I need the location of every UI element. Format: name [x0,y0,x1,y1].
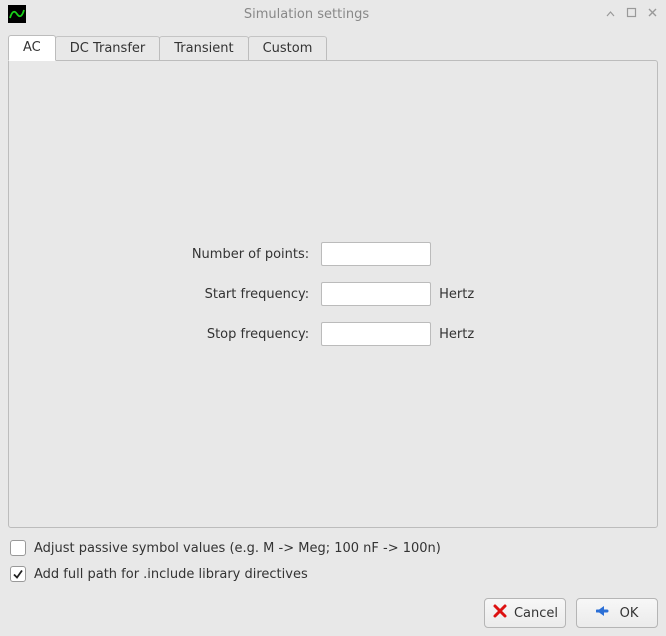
maximize-icon[interactable] [626,7,637,21]
ok-icon [596,604,614,622]
tab-label: AC [23,40,41,55]
cancel-icon [492,603,508,623]
ok-button-label: OK [620,606,639,621]
tab-transient[interactable]: Transient [159,36,248,60]
adjust-passive-checkbox[interactable] [10,540,26,556]
ok-button[interactable]: OK [576,598,658,628]
cancel-button-label: Cancel [514,606,558,621]
window-title: Simulation settings [8,7,605,22]
stop-freq-label: Stop frequency: [192,327,313,342]
minimize-icon[interactable] [605,7,616,21]
tab-label: Transient [174,41,233,56]
tabstrip: AC DC Transfer Transient Custom [8,34,658,60]
simulation-settings-dialog: Simulation settings AC DC Transfer Trans… [0,0,666,636]
tab-custom[interactable]: Custom [248,36,328,60]
cancel-button[interactable]: Cancel [484,598,566,628]
num-points-input[interactable] [321,242,431,266]
tab-label: Custom [263,41,313,56]
add-full-path-checkbox[interactable] [10,566,26,582]
start-freq-label: Start frequency: [192,287,313,302]
adjust-passive-label: Adjust passive symbol values (e.g. M -> … [34,541,441,556]
dialog-content: AC DC Transfer Transient Custom Number o… [0,28,666,636]
stop-freq-unit: Hertz [439,327,474,342]
add-full-path-label: Add full path for .include library direc… [34,567,308,582]
num-points-label: Number of points: [192,247,313,262]
tab-content-ac: Number of points: Start frequency: Hertz… [8,60,658,528]
stop-freq-input[interactable] [321,322,431,346]
tab-ac[interactable]: AC [8,35,56,61]
start-freq-unit: Hertz [439,287,474,302]
window-controls [605,7,658,21]
tab-dc-transfer[interactable]: DC Transfer [55,36,161,60]
titlebar: Simulation settings [0,0,666,28]
options-section: Adjust passive symbol values (e.g. M -> … [8,528,658,594]
dialog-buttons: Cancel OK [8,594,658,628]
close-icon[interactable] [647,7,658,21]
tab-label: DC Transfer [70,41,146,56]
add-full-path-row: Add full path for .include library direc… [10,566,656,582]
start-freq-input[interactable] [321,282,431,306]
ac-form: Number of points: Start frequency: Hertz… [192,242,474,346]
adjust-passive-row: Adjust passive symbol values (e.g. M -> … [10,540,656,556]
